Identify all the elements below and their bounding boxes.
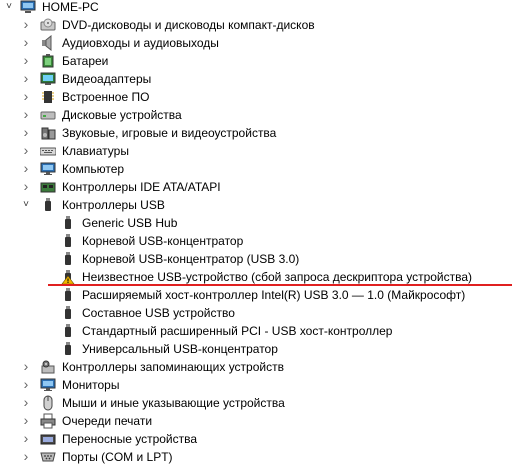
tree-category[interactable]: DVD-дисководы и дисководы компакт-дисков: [0, 16, 530, 34]
chevron-right-icon[interactable]: [21, 416, 31, 426]
chevron-right-icon[interactable]: [21, 20, 31, 30]
tree-category[interactable]: Переносные устройства: [0, 430, 530, 448]
chevron-right-icon[interactable]: [21, 74, 31, 84]
firmware-icon: [40, 89, 56, 105]
tree-device-label: Generic USB Hub: [82, 216, 178, 230]
tree-category-label: DVD-дисководы и дисководы компакт-дисков: [62, 18, 315, 32]
tree-category-label: Контроллеры USB: [62, 198, 165, 212]
tree-category[interactable]: Встроенное ПО: [0, 88, 530, 106]
tree-category-label: Аудиовходы и аудиовыходы: [62, 36, 219, 50]
chevron-right-icon[interactable]: [21, 128, 31, 138]
tree-category-label: Мыши и иные указывающие устройства: [62, 396, 285, 410]
tree-device-label: Расширяемый хост-контроллер Intel(R) USB…: [82, 288, 466, 302]
tree-root[interactable]: HOME-PC: [0, 0, 530, 16]
usb-icon: [60, 251, 76, 267]
tree-device[interactable]: Расширяемый хост-контроллер Intel(R) USB…: [0, 286, 530, 304]
tree-category[interactable]: Компьютер: [0, 160, 530, 178]
tree-device[interactable]: Стандартный расширенный PCI - USB хост-к…: [0, 322, 530, 340]
tree-category[interactable]: Видеоадаптеры: [0, 70, 530, 88]
chevron-down-icon[interactable]: [21, 200, 31, 210]
disk-drive-icon: [40, 107, 56, 123]
display-adapter-icon: [40, 71, 56, 87]
tree-device-label: Составное USB устройство: [82, 306, 235, 320]
chevron-right-icon[interactable]: [21, 398, 31, 408]
tree-device-label: Стандартный расширенный PCI - USB хост-к…: [82, 324, 393, 338]
tree-category[interactable]: Звуковые, игровые и видеоустройства: [0, 124, 530, 142]
chevron-right-icon[interactable]: [21, 182, 31, 192]
usb-icon: [60, 341, 76, 357]
tree-device-label: Корневой USB-концентратор: [82, 234, 244, 248]
tree-category-label: Видеоадаптеры: [62, 72, 152, 86]
tree-category[interactable]: Мониторы: [0, 376, 530, 394]
tree-category[interactable]: Контроллеры IDE ATA/ATAPI: [0, 178, 530, 196]
storage-controller-icon: [40, 359, 56, 375]
usb-icon: [60, 233, 76, 249]
tree-category-label: Переносные устройства: [62, 432, 198, 446]
tree-device[interactable]: Generic USB Hub: [0, 214, 530, 232]
tree-category[interactable]: Аудиовходы и аудиовыходы: [0, 34, 530, 52]
tree-category-label: Встроенное ПО: [62, 90, 150, 104]
port-icon: [40, 449, 56, 465]
tree-category-label: Компьютер: [62, 162, 125, 176]
tree-category[interactable]: Мыши и иные указывающие устройства: [0, 394, 530, 412]
computer-icon: [20, 0, 36, 15]
keyboard-icon: [40, 143, 56, 159]
chevron-right-icon[interactable]: [21, 110, 31, 120]
tree-category-label: Звуковые, игровые и видеоустройства: [62, 126, 277, 140]
tree-device[interactable]: Корневой USB-концентратор (USB 3.0): [0, 250, 530, 268]
tree-category[interactable]: Дисковые устройства: [0, 106, 530, 124]
tree-device[interactable]: Корневой USB-концентратор: [0, 232, 530, 250]
chevron-right-icon[interactable]: [21, 434, 31, 444]
tree-category[interactable]: Очереди печати: [0, 412, 530, 430]
chevron-right-icon[interactable]: [21, 146, 31, 156]
tree-device-label: Неизвестное USB-устройство (сбой запроса…: [82, 270, 473, 284]
tree-category-label: Мониторы: [62, 378, 120, 392]
usb-warning-icon: [60, 269, 76, 285]
tree-category-label: Контроллеры запоминающих устройств: [62, 360, 284, 374]
tree-device[interactable]: Универсальный USB-концентратор: [0, 340, 530, 358]
chevron-right-icon[interactable]: [21, 56, 31, 66]
chevron-down-icon[interactable]: [4, 2, 14, 12]
chevron-right-icon[interactable]: [21, 92, 31, 102]
tree-category[interactable]: Батареи: [0, 52, 530, 70]
tree-category-label: Контроллеры IDE ATA/ATAPI: [62, 180, 221, 194]
tree-category-label: Батареи: [62, 54, 109, 68]
chevron-right-icon[interactable]: [21, 164, 31, 174]
usb-icon: [60, 323, 76, 339]
tree-category-label: Порты (COM и LPT): [62, 450, 173, 464]
tree-category-usb[interactable]: Контроллеры USB: [0, 196, 530, 214]
usb-icon: [40, 197, 56, 213]
portable-device-icon: [40, 431, 56, 447]
tree-category[interactable]: Контроллеры запоминающих устройств: [0, 358, 530, 376]
speaker-icon: [40, 35, 56, 51]
mouse-icon: [40, 395, 56, 411]
tree-category-label: Клавиатуры: [62, 144, 129, 158]
usb-icon: [60, 287, 76, 303]
chevron-right-icon[interactable]: [21, 362, 31, 372]
monitor-icon: [40, 161, 56, 177]
chevron-right-icon[interactable]: [21, 380, 31, 390]
tree-device-label: Корневой USB-концентратор (USB 3.0): [82, 252, 300, 266]
annotation-underline: [48, 284, 512, 286]
monitor-icon: [40, 377, 56, 393]
dvd-drive-icon: [40, 17, 56, 33]
usb-icon: [60, 215, 76, 231]
tree-category-label: Очереди печати: [62, 414, 153, 428]
tree-root-label: HOME-PC: [42, 0, 99, 14]
tree-category[interactable]: Порты (COM и LPT): [0, 448, 530, 466]
tree-device-label: Универсальный USB-концентратор: [82, 342, 278, 356]
ide-controller-icon: [40, 179, 56, 195]
tree-category-label: Дисковые устройства: [62, 108, 182, 122]
battery-icon: [40, 53, 56, 69]
printer-icon: [40, 413, 56, 429]
tree-category[interactable]: Клавиатуры: [0, 142, 530, 160]
sound-icon: [40, 125, 56, 141]
chevron-right-icon[interactable]: [21, 38, 31, 48]
tree-device[interactable]: Составное USB устройство: [0, 304, 530, 322]
usb-icon: [60, 305, 76, 321]
